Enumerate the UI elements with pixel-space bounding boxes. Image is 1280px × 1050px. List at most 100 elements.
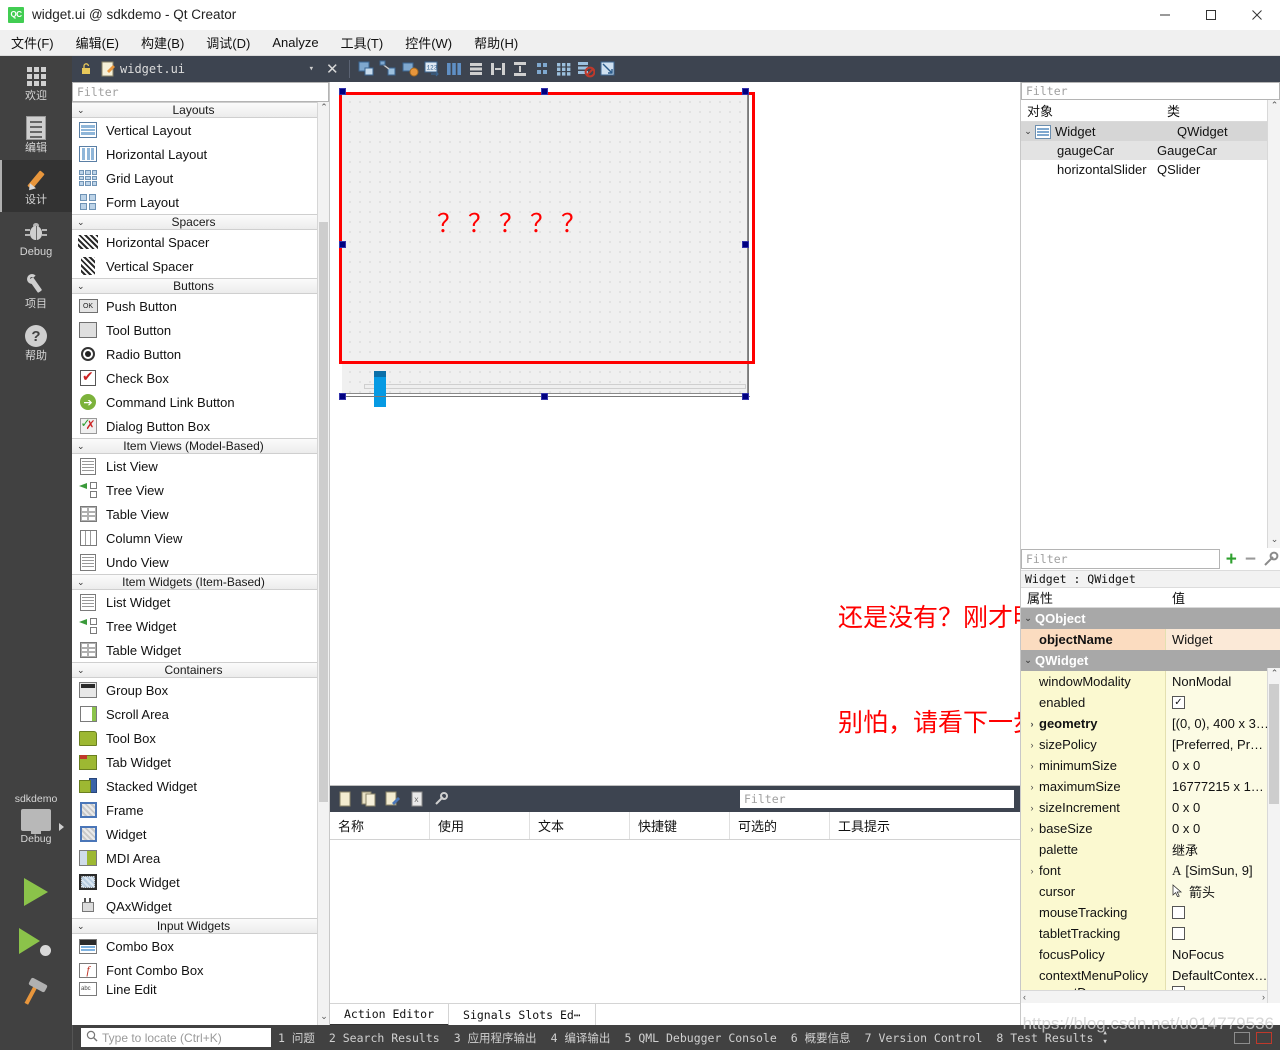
minimize-button[interactable] [1142,0,1188,30]
output-pane-qml-debugger-console[interactable]: 5 QML Debugger Console [617,1031,783,1045]
widget-item-check-box[interactable]: Check Box [72,366,329,390]
widget-box-list[interactable]: ⌄ Layouts Vertical Layout Horizontal Lay… [72,102,329,1025]
menu-debug[interactable]: 调试(D) [195,30,261,55]
property-value[interactable]: 继承 [1166,839,1280,860]
issue-indicator-box[interactable] [1256,1031,1272,1044]
property-value[interactable]: Widget [1166,629,1280,650]
chevron-right-icon[interactable]: › [1025,803,1039,813]
chevron-down-icon[interactable]: ⌄ [1021,126,1035,137]
scroll-down-arrow-icon[interactable]: ⌄ [1268,534,1280,548]
widget-item-push-button[interactable]: OK Push Button [72,294,329,318]
output-pane-compile-output[interactable]: 4 编译输出 [544,1030,618,1046]
action-column-shortcut[interactable]: 快捷键 [630,812,730,839]
action-column-name[interactable]: 名称 [330,812,430,839]
selection-handle-middle-left[interactable] [339,241,346,248]
property-value[interactable]: 16777215 x 1… [1166,776,1280,797]
property-row-maximumsize[interactable]: › maximumSize 16777215 x 1… [1021,776,1280,797]
scroll-up-arrow-icon[interactable]: ⌃ [1268,668,1280,682]
layout-splitter-vertical-icon[interactable] [510,59,530,79]
property-value[interactable] [1166,923,1280,944]
widget-item-radio-button[interactable]: Radio Button [72,342,329,366]
widget-item-group-box[interactable]: Group Box [72,678,329,702]
widget-item-horizontal-spacer[interactable]: Horizontal Spacer [72,230,329,254]
property-column-value[interactable]: 值 [1166,588,1280,607]
widget-item-command-link-button[interactable]: ➔ Command Link Button [72,390,329,414]
property-row-objectname[interactable]: objectName Widget [1021,629,1280,650]
output-pane-general-messages[interactable]: 6 概要信息 [784,1030,858,1046]
property-row-mousetracking[interactable]: mouseTracking [1021,902,1280,923]
menu-help[interactable]: 帮助(H) [463,30,529,55]
edit-action-icon[interactable] [384,790,402,808]
property-row-sizeincrement[interactable]: › sizeIncrement 0 x 0 [1021,797,1280,818]
widget-group-spacers[interactable]: ⌄ Spacers [72,214,329,230]
widget-item-mdi-area[interactable]: MDI Area [72,846,329,870]
property-value[interactable]: 0 x 0 [1166,797,1280,818]
scroll-thumb[interactable] [1269,684,1279,804]
widget-item-form-layout[interactable]: Form Layout [72,190,329,214]
scroll-right-arrow-icon[interactable]: › [1262,992,1265,1002]
property-editor-hscrollbar[interactable]: ‹ › [1021,990,1267,1003]
output-pane-version-control[interactable]: 7 Version Control [858,1031,990,1045]
action-column-text[interactable]: 文本 [530,812,630,839]
widget-item-dialog-button-box[interactable]: Dialog Button Box [72,414,329,438]
add-dynamic-property-button[interactable]: + [1224,550,1239,569]
output-pane-problems[interactable]: 1 问题 [271,1030,322,1046]
output-pane-application-output[interactable]: 3 应用程序输出 [447,1030,544,1046]
scroll-up-arrow-icon[interactable]: ⌃ [1268,100,1280,114]
widget-box-filter-input[interactable]: Filter [72,82,329,102]
run-button[interactable] [0,867,72,917]
selection-handle-bottom-right[interactable] [742,393,749,400]
menu-analyze[interactable]: Analyze [261,32,329,53]
object-row-gaugecar[interactable]: gaugeCar GaugeCar [1021,141,1280,160]
widget-item-widget[interactable]: Widget [72,822,329,846]
chevron-right-icon[interactable]: › [1025,719,1039,729]
widget-group-item-widgets[interactable]: ⌄ Item Widgets (Item-Based) [72,574,329,590]
adjust-size-icon[interactable] [598,59,618,79]
widget-item-table-view[interactable]: Table View [72,502,329,526]
property-row-focuspolicy[interactable]: focusPolicy NoFocus [1021,944,1280,965]
chevron-right-icon[interactable]: › [1025,824,1039,834]
edit-signals-slots-icon[interactable] [378,59,398,79]
output-pane-search-results[interactable]: 2 Search Results [322,1031,447,1045]
property-group-qobject[interactable]: ⌄ QObject [1021,608,1280,629]
selection-handle-bottom-left[interactable] [339,393,346,400]
property-row-geometry[interactable]: › geometry [(0, 0), 400 x 3… [1021,713,1280,734]
checkbox-unchecked-icon[interactable] [1172,906,1185,919]
selection-handle-top-left[interactable] [339,88,346,95]
object-row-widget[interactable]: ⌄ Widget QWidget [1021,122,1280,141]
widget-item-undo-view[interactable]: Undo View [72,550,329,574]
configure-icon[interactable] [1262,550,1280,568]
property-value[interactable]: [Preferred, Pr… [1166,734,1280,755]
scroll-left-arrow-icon[interactable]: ‹ [1023,992,1026,1002]
mode-welcome[interactable]: 欢迎 [0,56,72,108]
object-column-object[interactable]: 对象 [1021,100,1161,121]
form-root-widget[interactable]: ？？？？？ [342,94,748,407]
widget-item-vertical-spacer[interactable]: Vertical Spacer [72,254,329,278]
widget-item-grid-layout[interactable]: Grid Layout [72,166,329,190]
widget-item-stacked-widget[interactable]: Stacked Widget [72,774,329,798]
property-row-enabled[interactable]: enabled ✓ [1021,692,1280,713]
delete-action-icon[interactable]: x [408,790,426,808]
scroll-up-arrow-icon[interactable]: ⌃ [318,102,329,116]
chevron-right-icon[interactable]: › [1025,866,1039,876]
start-debugging-button[interactable] [0,917,72,967]
property-row-cursor[interactable]: cursor 箭头 [1021,881,1280,902]
selection-handle-middle-right[interactable] [742,241,749,248]
maximize-button[interactable] [1188,0,1234,30]
property-value[interactable]: 0 x 0 [1166,818,1280,839]
object-column-class[interactable]: 类 [1161,100,1280,121]
chevron-right-icon[interactable]: › [1025,761,1039,771]
property-value-cell[interactable]: A [SimSun, 9] [1166,860,1280,881]
widget-item-vertical-layout[interactable]: Vertical Layout [72,118,329,142]
chevron-right-icon[interactable]: › [1025,782,1039,792]
edit-tab-order-icon[interactable]: 123 [422,59,442,79]
configure-icon[interactable] [432,790,450,808]
widget-item-tree-view[interactable]: Tree View [72,478,329,502]
widget-item-tree-widget[interactable]: Tree Widget [72,614,329,638]
chevron-down-icon[interactable]: ⌄ [1021,613,1035,624]
property-row-sizepolicy[interactable]: › sizePolicy [Preferred, Pr… [1021,734,1280,755]
property-row-basesize[interactable]: › baseSize 0 x 0 [1021,818,1280,839]
widget-item-qax-widget[interactable]: QAxWidget [72,894,329,918]
build-button[interactable] [0,967,72,1017]
widget-item-column-view[interactable]: Column View [72,526,329,550]
